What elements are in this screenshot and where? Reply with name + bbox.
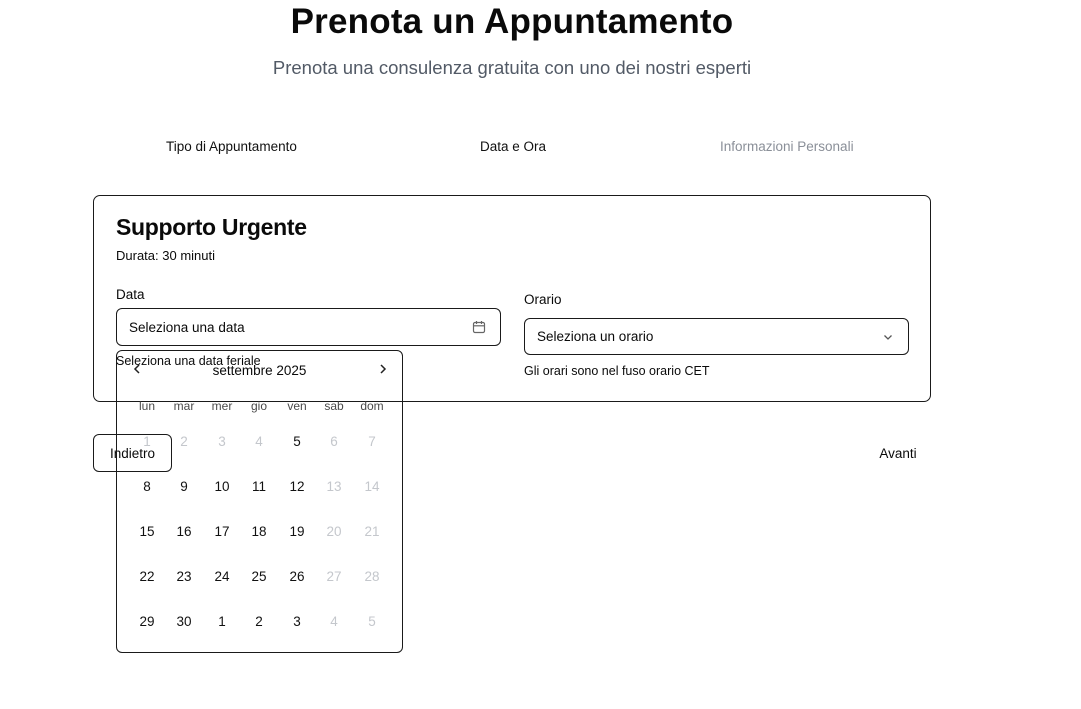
calendar-day: 4 — [255, 434, 263, 449]
calendar-day[interactable]: 1 — [204, 604, 240, 640]
page-subtitle: Prenota una consulenza gratuita con uno … — [272, 57, 752, 78]
calendar-day[interactable]: 11 — [241, 469, 277, 505]
chevron-down-icon — [882, 331, 894, 343]
weekday-header: mer — [211, 399, 233, 413]
calendar-day[interactable]: 5 — [279, 424, 315, 460]
calendar-day: 2 — [180, 434, 188, 449]
card-title: Supporto Urgente — [116, 214, 307, 240]
date-label: Data — [116, 287, 145, 302]
date-input-placeholder: Seleziona una data — [129, 319, 245, 335]
date-input[interactable]: Seleziona una data — [116, 308, 501, 346]
step-appointment-type: Tipo di Appuntamento — [166, 139, 297, 154]
calendar-day[interactable]: 23 — [166, 559, 202, 595]
calendar-day[interactable]: 15 — [129, 514, 165, 550]
step-personal-info: Informazioni Personali — [720, 139, 854, 154]
calendar-day: 27 — [326, 569, 342, 584]
calendar-day[interactable]: 8 — [129, 469, 165, 505]
weekday-header: mar — [173, 399, 195, 413]
weekday-header: lun — [138, 399, 155, 413]
calendar-day: 1 — [143, 434, 151, 449]
calendar-day[interactable]: 25 — [241, 559, 277, 595]
calendar-day: 4 — [330, 614, 338, 629]
calendar-month: settembre 2025 — [212, 363, 307, 378]
step-date-time: Data e Ora — [480, 139, 547, 154]
next-month-button[interactable] — [373, 359, 393, 379]
calendar-day: 7 — [368, 434, 376, 449]
calendar-day: 21 — [364, 524, 380, 539]
calendar-icon — [472, 320, 486, 334]
calendar-day[interactable]: 22 — [129, 559, 165, 595]
calendar-day: 14 — [364, 479, 380, 494]
calendar-day: 5 — [368, 614, 376, 629]
next-button[interactable]: Avanti — [860, 436, 936, 470]
weekday-header: dom — [360, 399, 384, 413]
weekday-header: gio — [250, 399, 267, 413]
calendar-day[interactable]: 29 — [129, 604, 165, 640]
calendar-day[interactable]: 12 — [279, 469, 315, 505]
calendar-day[interactable]: 10 — [204, 469, 240, 505]
calendar-day[interactable]: 16 — [166, 514, 202, 550]
calendar-day[interactable]: 24 — [204, 559, 240, 595]
time-select-placeholder: Seleziona un orario — [537, 329, 654, 344]
timezone-hint: Gli orari sono nel fuso orario CET — [524, 364, 710, 378]
calendar-day: 13 — [326, 479, 342, 494]
weekday-header: ven — [287, 399, 307, 413]
time-select[interactable]: Seleziona un orario — [524, 318, 909, 355]
calendar-day[interactable]: 26 — [279, 559, 315, 595]
calendar-day[interactable]: 2 — [241, 604, 277, 640]
card-duration: Durata: 30 minuti — [116, 248, 215, 263]
chevron-right-icon — [378, 363, 388, 375]
page-title: Prenota un Appuntamento — [290, 2, 734, 41]
calendar-day[interactable]: 3 — [279, 604, 315, 640]
calendar-day: 3 — [218, 434, 226, 449]
calendar-day: 28 — [364, 569, 380, 584]
time-label: Orario — [524, 292, 562, 307]
calendar-day[interactable]: 18 — [241, 514, 277, 550]
calendar-day: 20 — [326, 524, 342, 539]
calendar-day: 6 — [330, 434, 338, 449]
calendar-day[interactable]: 17 — [204, 514, 240, 550]
calendar-day[interactable]: 30 — [166, 604, 202, 640]
calendar-day[interactable]: 9 — [166, 469, 202, 505]
calendar-day[interactable]: 19 — [279, 514, 315, 550]
weekday-header: sab — [324, 399, 344, 413]
